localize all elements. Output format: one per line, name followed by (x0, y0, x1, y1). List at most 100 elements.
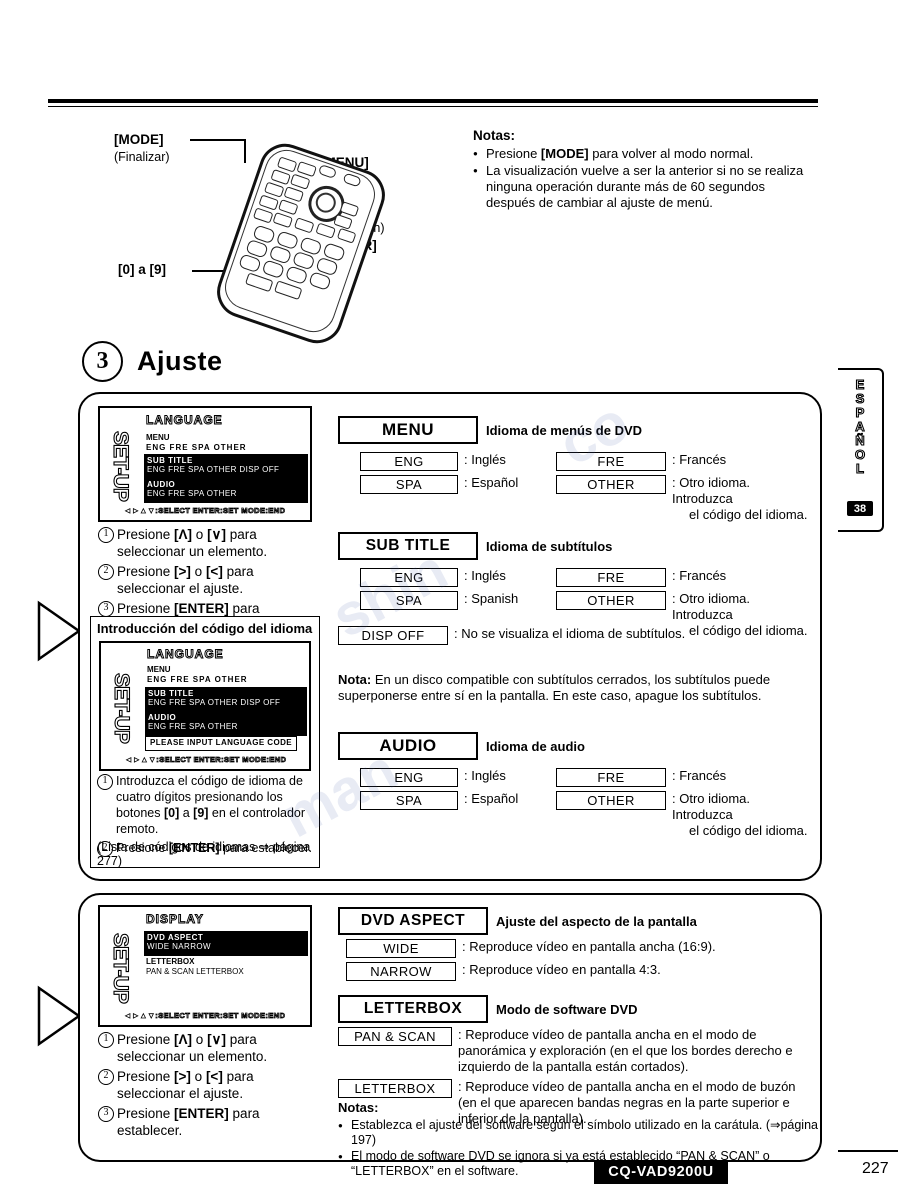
osd-row-label: AUDIO (148, 713, 177, 722)
osd-row-label: MENU (146, 433, 170, 442)
lead-line-mode (190, 139, 246, 141)
osd-setup-label: SET-UP (109, 673, 133, 744)
option-box: OTHER (556, 791, 666, 810)
notes-display-item: Establezca el ajuste del software según … (338, 1118, 820, 1148)
osd-row-options: ENG FRE SPA OTHER (148, 722, 238, 731)
language-code-footer: (Lista de códigos de idiomas ⇒ página 27… (97, 840, 311, 868)
osd-row-label: MENU (147, 665, 171, 674)
osd-bottom-bar: ◄►▲▼:SELECT ENTER:SET MODE:END (124, 506, 286, 516)
osd-row-subtitle: SUB TITLE ENG FRE SPA OTHER DISP OFF (144, 454, 308, 479)
osd-title: DISPLAY (146, 912, 204, 927)
option-box: FRE (556, 452, 666, 471)
language-settings-panel: SET-UP LANGUAGE MENU ENG FRE SPA OTHER S… (78, 392, 822, 881)
remote-key (293, 217, 315, 234)
osd-setup-label: SET-UP (108, 933, 132, 1004)
option-desc: : Francés (672, 452, 727, 467)
step-text: Presione [Λ] o [∨] para seleccionar un e… (117, 527, 268, 559)
step-bullet-number: 1 (98, 1032, 114, 1048)
remote-key (252, 207, 274, 224)
osd-row-options: ENG FRE SPA OTHER (147, 489, 237, 498)
remote-key (333, 213, 353, 230)
section-subtitle: SUB TITLE Idioma de subtítulos ENG : Ing… (338, 532, 808, 645)
section-header-desc: Idioma de audio (486, 738, 585, 754)
option-desc: : Otro idioma. Introduzca el código del … (672, 591, 808, 638)
callout-numbers: [0] a [9] (118, 262, 166, 279)
option-box: OTHER (556, 591, 666, 610)
callout-numbers-label: [0] a [9] (118, 262, 167, 277)
step-text: Presione [>] o [<] para seleccionar el a… (117, 564, 254, 596)
display-steps-list: 1 Presione [Λ] o [∨] para seleccionar un… (98, 1031, 314, 1142)
osd-row-options: ENG FRE SPA OTHER DISP OFF (147, 465, 280, 474)
remote-key (315, 222, 336, 239)
notes-top-item: La visualización vuelve a ser la anterio… (473, 163, 813, 211)
section-header-box: MENU (338, 416, 478, 444)
option-desc: : Francés (672, 768, 727, 783)
option-box: FRE (556, 768, 666, 787)
step-bullet-number: 3 (98, 601, 114, 617)
section-audio: AUDIO Idioma de audio ENG : Inglés SPA :… (338, 732, 808, 838)
notes-top: Notas: Presione [MODE] para volver al mo… (473, 128, 813, 212)
section-header-desc: Idioma de subtítulos (486, 538, 613, 554)
side-tab-label: ESPAÑOL (854, 377, 866, 476)
osd-row-options: WIDE NARROW (147, 942, 211, 951)
option-box: DISP OFF (338, 626, 448, 645)
section-header-desc: Ajuste del aspecto de la pantalla (496, 913, 697, 929)
option-row: PAN & SCAN : Reproduce vídeo de pantalla… (338, 1027, 820, 1075)
osd-row-label: LETTERBOX (146, 957, 195, 966)
osd-row-options: ENG FRE SPA OTHER (147, 675, 248, 684)
option-desc: : Francés (672, 568, 727, 583)
option-box: WIDE (346, 939, 456, 958)
option-desc: : Spanish (464, 591, 519, 606)
option-desc: : Reproduce vídeo de pantalla ancha en e… (458, 1027, 793, 1074)
notes-display: Notas: Establezca el ajuste del software… (338, 1100, 820, 1180)
osd-bottom-bar: ◄►▲▼:SELECT ENTER:SET MODE:END (124, 1011, 286, 1021)
option-row: OTHER : Otro idioma. Introduzca el códig… (556, 791, 808, 839)
option-row: SPA : Español (360, 475, 518, 494)
display-settings-panel: SET-UP DISPLAY DVD ASPECT WIDE NARROW LE… (78, 893, 822, 1178)
option-row: FRE : Francés (556, 568, 808, 587)
callout-mode-label: [MODE] (114, 132, 164, 147)
section-menu: MENU Idioma de menús de DVD ENG : Inglés… (338, 416, 808, 522)
section-dvd-aspect: DVD ASPECT Ajuste del aspecto de la pant… (338, 907, 816, 981)
subtitle-note-text: En un disco compatible con subtítulos ce… (338, 672, 771, 703)
header-rule-thin (48, 106, 818, 107)
option-box: ENG (360, 452, 458, 471)
notes-display-title: Notas: (338, 1100, 379, 1115)
option-box: ENG (360, 768, 458, 787)
step-bullet-number: 1 (97, 774, 113, 790)
option-row: ENG : Inglés (360, 568, 518, 587)
step-text: Presione [>] o [<] para seleccionar el a… (117, 1069, 254, 1101)
option-row: SPA : Español (360, 791, 518, 810)
step-item: 1 Presione [Λ] o [∨] para seleccionar un… (98, 1031, 314, 1065)
language-code-box: Introducción del código del idioma SET-U… (90, 616, 320, 868)
option-row: OTHER : Otro idioma. Introduzca el códig… (556, 475, 808, 523)
remote-key (272, 211, 294, 229)
remote-key (339, 201, 360, 218)
subtitle-note-label: Nota: (338, 672, 372, 687)
panel-pointer-language (36, 600, 82, 662)
manual-page: [MODE] (Finalizar) [MENU] [Λ] [∨] [<] [>… (0, 0, 918, 1188)
osd-row-label: SUB TITLE (147, 456, 193, 465)
option-desc: : Reproduce vídeo en pantalla ancha (16:… (462, 939, 716, 954)
option-row-dispoff: DISP OFF : No se visualiza el idioma de … (338, 626, 685, 645)
footer-rule (838, 1150, 898, 1152)
option-row: ENG : Inglés (360, 452, 518, 471)
step-bullet-number: 2 (98, 1069, 114, 1085)
section-header: DVD ASPECT Ajuste del aspecto de la pant… (338, 907, 816, 935)
osd-language-code-screen: SET-UP LANGUAGE MENU ENG FRE SPA OTHER S… (99, 641, 311, 771)
step-item: 1 Introduzca el código de idioma de cuat… (97, 773, 313, 837)
notes-top-item: Presione [MODE] para volver al modo norm… (473, 146, 813, 162)
language-side-tab: ESPAÑOL 38 (838, 368, 884, 532)
callout-mode: [MODE] (114, 132, 164, 149)
page-number: 227 (862, 1160, 889, 1177)
option-desc: : Otro idioma. Introduzca el código del … (672, 475, 808, 522)
step-bullet-number: 2 (98, 564, 114, 580)
step-bullet-number: 3 (98, 1106, 114, 1122)
option-row: FRE : Francés (556, 452, 808, 471)
osd-title: LANGUAGE (147, 647, 224, 662)
step-text: Introduzca el código de idioma de cuatro… (116, 774, 306, 836)
option-desc: : Español (464, 475, 519, 490)
section-header: LETTERBOX Modo de software DVD (338, 995, 820, 1023)
osd-row-options: ENG FRE SPA OTHER DISP OFF (148, 698, 281, 707)
osd-row-dvd-aspect: DVD ASPECT WIDE NARROW (144, 931, 308, 956)
